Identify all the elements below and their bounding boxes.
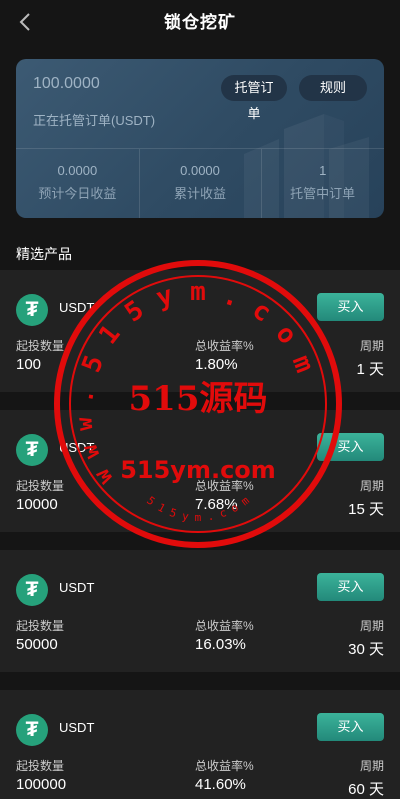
min-amount-value: 50000 bbox=[16, 636, 58, 653]
stat-total-earnings: 0.0000 累计收益 bbox=[138, 149, 262, 218]
product-card[interactable]: ₮ USDT 买入 起投数量 10000 总收益率% 7.68% 周期 15 天 bbox=[0, 410, 400, 532]
hosting-label: 正在托管订单(USDT) bbox=[33, 113, 156, 128]
rules-button[interactable]: 规则 bbox=[299, 75, 367, 101]
tether-icon: ₮ bbox=[16, 714, 48, 746]
yield-value: 1.80% bbox=[195, 356, 238, 373]
stats-row: 0.0000 预计今日收益 0.0000 累计收益 1 托管中订单 bbox=[16, 149, 384, 218]
yield-value: 16.03% bbox=[195, 636, 246, 653]
coin-name: USDT bbox=[59, 580, 95, 595]
stat-label: 预计今日收益 bbox=[38, 186, 117, 201]
period-value: 60 天 bbox=[348, 781, 384, 798]
stat-today-earnings: 0.0000 预计今日收益 bbox=[16, 149, 139, 218]
coin-name: USDT bbox=[59, 300, 95, 315]
stat-value: 1 bbox=[319, 163, 327, 178]
stat-value: 0.0000 bbox=[180, 163, 220, 178]
section-title: 精选产品 bbox=[16, 246, 72, 262]
period-label: 周期 bbox=[359, 339, 384, 353]
product-card[interactable]: ₮ USDT 买入 起投数量 100 总收益率% 1.80% 周期 1 天 bbox=[0, 270, 400, 392]
buy-button[interactable]: 买入 bbox=[317, 433, 384, 461]
min-amount-label: 起投数量 bbox=[16, 759, 65, 773]
stat-label: 托管中订单 bbox=[290, 186, 356, 201]
period-value: 1 天 bbox=[356, 361, 384, 378]
period-label: 周期 bbox=[359, 619, 384, 633]
min-amount-value: 10000 bbox=[16, 496, 58, 513]
tether-icon: ₮ bbox=[16, 574, 48, 606]
period-value: 15 天 bbox=[348, 501, 384, 518]
product-card[interactable]: ₮ USDT 买入 起投数量 50000 总收益率% 16.03% 周期 30 … bbox=[0, 550, 400, 672]
hosting-amount: 100.0000 bbox=[33, 75, 100, 92]
yield-value: 7.68% bbox=[195, 496, 238, 513]
min-amount-label: 起投数量 bbox=[16, 479, 65, 493]
yield-label: 总收益率% bbox=[195, 339, 254, 353]
stat-active-orders: 1 托管中订单 bbox=[261, 149, 384, 218]
page-title: 锁仓挖矿 bbox=[164, 13, 236, 32]
min-amount-value: 100 bbox=[16, 356, 42, 373]
coin-name: USDT bbox=[59, 440, 95, 455]
coin-name: USDT bbox=[59, 720, 95, 735]
min-amount-label: 起投数量 bbox=[16, 619, 65, 633]
yield-label: 总收益率% bbox=[195, 619, 254, 633]
tether-icon: ₮ bbox=[16, 434, 48, 466]
yield-value: 41.60% bbox=[195, 776, 246, 793]
buy-button[interactable]: 买入 bbox=[317, 573, 384, 601]
summary-card: 100.0000 正在托管订单(USDT) 托管订单 规则 0.0000 预计今… bbox=[16, 59, 384, 218]
header: 锁仓挖矿 bbox=[0, 0, 400, 44]
period-label: 周期 bbox=[359, 479, 384, 493]
hosted-orders-button[interactable]: 托管订单 bbox=[221, 75, 287, 121]
lock-mining-page: 锁仓挖矿 100.0000 正在托管订单(USDT) 托管订单 规则 0.000… bbox=[0, 0, 400, 799]
buy-button[interactable]: 买入 bbox=[317, 713, 384, 741]
min-amount-label: 起投数量 bbox=[16, 339, 65, 353]
tether-icon: ₮ bbox=[16, 294, 48, 326]
product-card[interactable]: ₮ USDT 买入 起投数量 100000 总收益率% 41.60% 周期 60… bbox=[0, 690, 400, 799]
stat-value: 0.0000 bbox=[57, 163, 98, 178]
buy-button[interactable]: 买入 bbox=[317, 293, 384, 321]
yield-label: 总收益率% bbox=[195, 479, 254, 493]
min-amount-value: 100000 bbox=[16, 776, 67, 793]
period-value: 30 天 bbox=[348, 641, 384, 658]
yield-label: 总收益率% bbox=[195, 759, 254, 773]
period-label: 周期 bbox=[359, 759, 384, 773]
stat-label: 累计收益 bbox=[174, 186, 227, 201]
